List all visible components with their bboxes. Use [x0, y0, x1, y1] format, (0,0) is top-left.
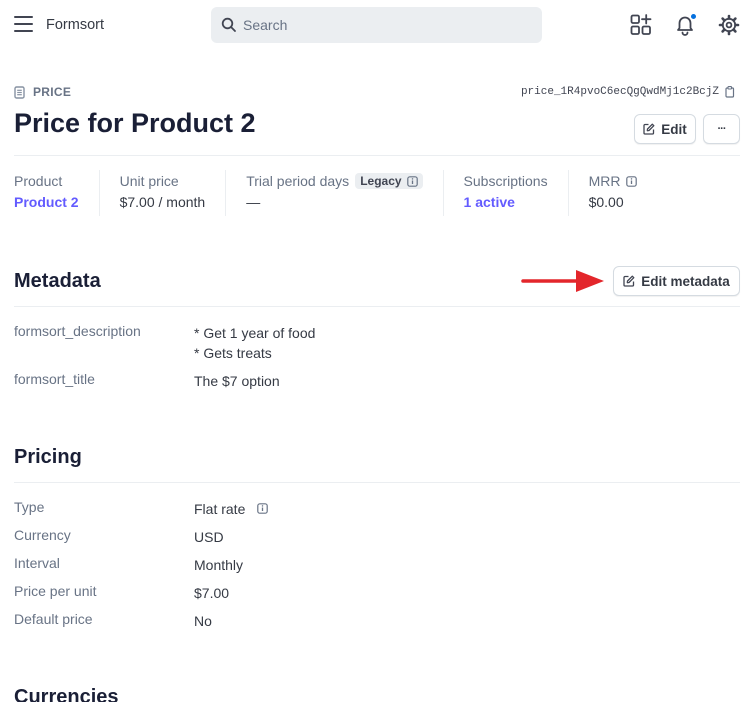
metadata-key: formsort_title: [14, 371, 95, 387]
edit-metadata-button[interactable]: Edit metadata: [613, 266, 740, 296]
top-bar: Formsort: [0, 0, 752, 50]
summary-label: Trial period days Legacy: [246, 170, 423, 192]
summary-subscriptions: Subscriptions 1 active: [442, 170, 568, 216]
gear-icon[interactable]: [718, 14, 740, 36]
notification-dot: [690, 13, 697, 20]
currencies-heading: Currencies: [14, 686, 119, 702]
summary-product: Product Product 2: [14, 170, 99, 216]
menu-icon[interactable]: [14, 16, 33, 32]
price-id[interactable]: price_1R4pvoC6ecQgQwdMj1c2BcjZ: [521, 86, 735, 98]
pricing-value: Monthly: [194, 557, 244, 573]
pricing-value: USD: [194, 529, 224, 545]
pricing-heading: Pricing: [14, 446, 82, 468]
edit-button[interactable]: Edit: [634, 114, 696, 144]
summary-unit-price: Unit price $7.00 / month: [98, 170, 226, 216]
search-input[interactable]: [243, 7, 533, 43]
edit-icon: [623, 275, 635, 287]
pricing-key: Interval: [14, 555, 60, 571]
page-title: Price for Product 2: [14, 108, 256, 138]
copy-icon[interactable]: [725, 86, 735, 98]
summary-mrr: MRR $0.00: [567, 170, 658, 216]
price-icon: [14, 85, 25, 99]
search-icon: [221, 17, 236, 32]
pricing-key: Default price: [14, 611, 93, 627]
product-link[interactable]: Product 2: [14, 194, 79, 210]
header-divider: [14, 155, 740, 156]
price-id-text: price_1R4pvoC6ecQgQwdMj1c2BcjZ: [520, 86, 719, 98]
summary-label: Product: [14, 173, 63, 189]
summary-value: —: [246, 194, 261, 210]
pricing-value: $7.00: [194, 585, 230, 601]
edit-icon: [643, 123, 655, 135]
pricing-key: Price per unit: [14, 583, 97, 599]
info-icon[interactable]: [626, 175, 638, 187]
metadata-key: formsort_description: [14, 323, 141, 339]
metadata-value-line: The $7 option: [194, 373, 280, 389]
subscriptions-link[interactable]: 1 active: [464, 194, 548, 210]
summary-label: MRR: [589, 170, 638, 192]
summary-trial-period: Trial period days Legacy —: [225, 170, 442, 216]
red-arrow-annotation: [521, 270, 604, 292]
info-icon: [406, 175, 418, 187]
object-type-label: PRICE: [14, 85, 71, 99]
pricing-key: Type: [14, 499, 45, 515]
pricing-divider: [14, 482, 740, 483]
pricing-value: Flat rate: [194, 501, 246, 517]
search-bar[interactable]: [211, 7, 542, 43]
more-icon: ···: [717, 123, 727, 135]
summary-value: $7.00 / month: [119, 194, 206, 210]
summary-strip: Product Product 2 Unit price $7.00 / mon…: [14, 170, 657, 216]
account-name[interactable]: Formsort: [46, 17, 104, 33]
pricing-key: Currency: [14, 527, 71, 543]
pricing-value: No: [194, 613, 212, 629]
notifications-button[interactable]: [674, 13, 697, 36]
metadata-heading: Metadata: [14, 270, 101, 292]
metadata-divider: [14, 306, 740, 307]
legacy-badge[interactable]: Legacy: [355, 173, 423, 189]
summary-label: Subscriptions: [463, 173, 548, 189]
metadata-value-line: * Gets treats: [194, 345, 272, 361]
apps-add-icon[interactable]: [630, 14, 652, 36]
metadata-value-line: * Get 1 year of food: [194, 325, 316, 341]
legacy-badge-text: Legacy: [360, 174, 402, 188]
object-type-text: PRICE: [33, 85, 72, 99]
info-icon[interactable]: [257, 503, 268, 514]
mrr-label-text: MRR: [588, 173, 621, 189]
edit-button-label: Edit: [661, 121, 687, 137]
edit-metadata-label: Edit metadata: [641, 273, 730, 289]
summary-label: Unit price: [119, 173, 179, 189]
more-actions-button[interactable]: ···: [703, 114, 740, 144]
summary-value: $0.00: [588, 194, 624, 210]
trial-label-text: Trial period days: [246, 173, 350, 189]
